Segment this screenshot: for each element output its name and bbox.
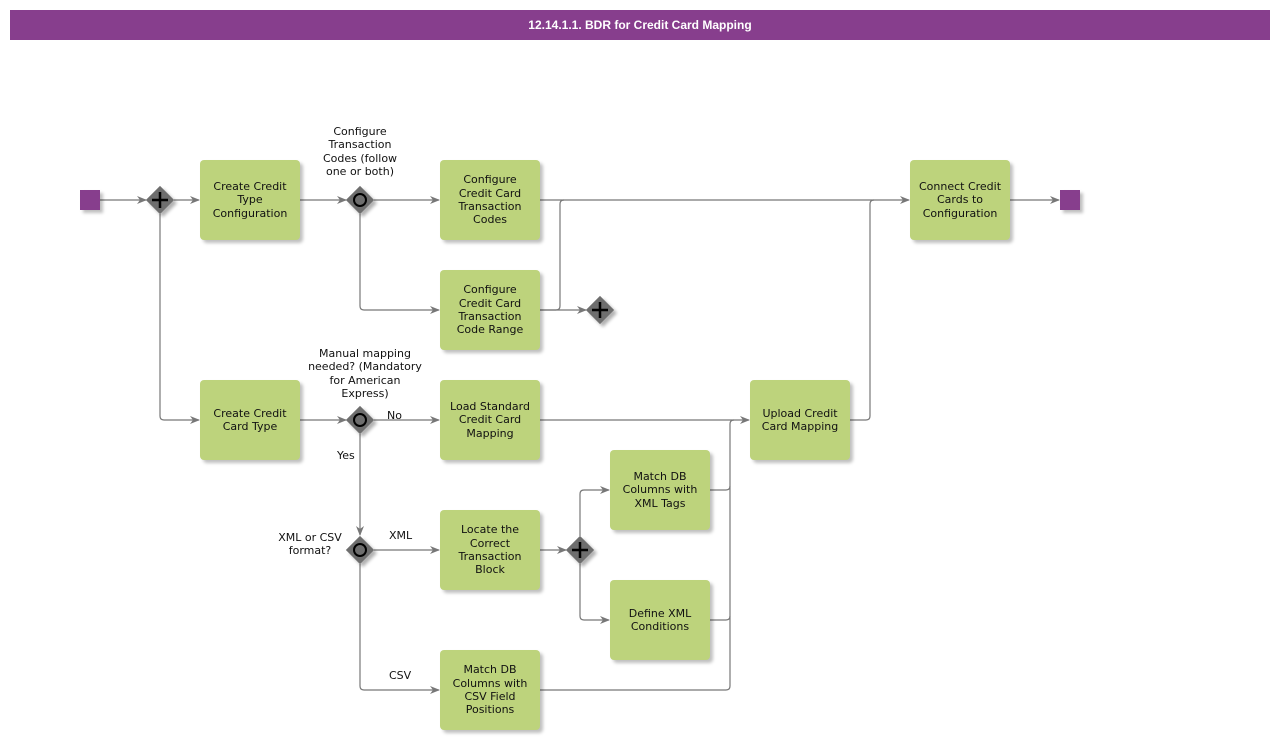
task-label: Configure Credit Card Transaction Codes [458,173,522,227]
task-create-credit-card-type[interactable]: Create Credit Card Type [200,380,300,460]
task-match-db-csv-positions[interactable]: Match DB Columns with CSV Field Position… [440,650,540,730]
task-match-db-xml-tags[interactable]: Match DB Columns with XML Tags [610,450,710,530]
gateway-label-format: XML or CSV format? [278,531,342,558]
task-label: Create Credit Card Type [213,406,287,433]
task-connect-credit-cards[interactable]: Connect Credit Cards to Configuration [910,160,1010,240]
flow-label-csv: CSV [389,669,412,682]
task-label: Configure Credit Card Transaction Code R… [456,283,524,337]
task-label: Create Credit Type Configuration [212,180,288,220]
gateway-label-transaction-codes: Configure Transaction Codes (follow one … [322,125,398,178]
gateway-manual-mapping [345,405,375,435]
flow-range-branch [540,199,565,311]
task-label: Define XML Conditions [628,606,692,633]
task-create-credit-type-configuration[interactable]: Create Credit Type Configuration [200,160,300,240]
flow-xmltags-merge [710,485,731,491]
task-label: Locate the Correct Transaction Block [458,523,522,577]
flow-split-to-create-type [159,214,200,424]
flow-label-no: No [387,409,402,422]
flow-label-xml: XML [389,529,413,542]
start-event[interactable] [80,190,100,210]
gateway-transaction-codes [345,185,375,215]
task-load-standard-mapping[interactable]: Load Standard Credit Card Mapping [440,380,540,460]
task-define-xml-conditions[interactable]: Define XML Conditions [610,580,710,660]
task-label: Match DB Columns with CSV Field Position… [452,663,528,717]
task-locate-transaction-block[interactable]: Locate the Correct Transaction Block [440,510,540,590]
task-upload-credit-card-mapping[interactable]: Upload Credit Card Mapping [750,380,850,460]
gateway-format [345,535,375,565]
task-configure-cc-transaction-code-range[interactable]: Configure Credit Card Transaction Code R… [440,270,540,350]
flow-label-yes: Yes [337,449,355,462]
flow-conditions-merge [710,615,731,621]
flow-parallel-to-xmltags [579,486,610,536]
task-configure-cc-transaction-codes[interactable]: Configure Credit Card Transaction Codes [440,160,540,240]
task-label: Match DB Columns with XML Tags [622,470,698,510]
flow-upload-to-connect [850,199,875,421]
flow-parallel-to-conditions [579,564,610,624]
task-label: Connect Credit Cards to Configuration [918,180,1002,220]
end-event[interactable] [1060,190,1080,210]
task-label: Load Standard Credit Card Mapping [450,400,530,440]
flow-gw-to-range [359,214,440,314]
task-label: Upload Credit Card Mapping [761,406,839,433]
gateway-label-manual-mapping: Manual mapping needed? (Mandatory for Am… [308,347,422,400]
